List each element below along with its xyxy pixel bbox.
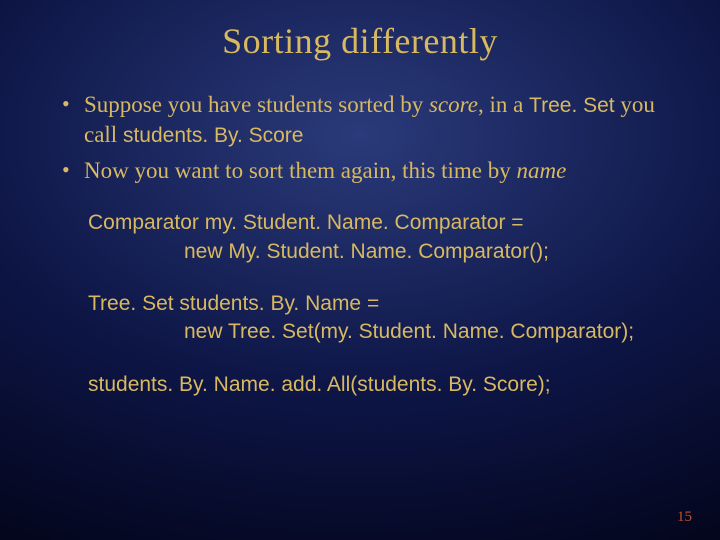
code-line-3a: students. By. Name. add. All(students. B… bbox=[88, 373, 551, 396]
bullet-list: Suppose you have students sorted by scor… bbox=[40, 90, 680, 185]
code-line-2a: Tree. Set students. By. Name = bbox=[88, 292, 379, 315]
bullet-item-2: Now you want to sort them again, this ti… bbox=[66, 156, 680, 185]
slide: Sorting differently Suppose you have stu… bbox=[0, 0, 720, 540]
code-block-2: Tree. Set students. By. Name = new Tree.… bbox=[88, 290, 680, 347]
bullet-2-emph: name bbox=[516, 158, 566, 183]
bullet-1-text-a: Suppose you have students sorted by bbox=[84, 92, 429, 117]
code-block-1: Comparator my. Student. Name. Comparator… bbox=[88, 209, 680, 266]
bullet-1-code-b: students. By. Score bbox=[123, 124, 304, 147]
code-line-2b: new Tree. Set(my. Student. Name. Compara… bbox=[88, 318, 680, 346]
bullet-item-1: Suppose you have students sorted by scor… bbox=[66, 90, 680, 150]
code-line-1a: Comparator my. Student. Name. Comparator… bbox=[88, 211, 524, 234]
code-line-1b: new My. Student. Name. Comparator(); bbox=[88, 238, 680, 266]
bullet-1-emph: score bbox=[429, 92, 478, 117]
code-block-3: students. By. Name. add. All(students. B… bbox=[88, 371, 680, 399]
page-number: 15 bbox=[677, 509, 692, 526]
bullet-1-text-b: , in a bbox=[478, 92, 529, 117]
slide-title: Sorting differently bbox=[40, 20, 680, 62]
bullet-1-code-a: Tree. Set bbox=[529, 94, 615, 117]
bullet-2-text-a: Now you want to sort them again, this ti… bbox=[84, 158, 516, 183]
